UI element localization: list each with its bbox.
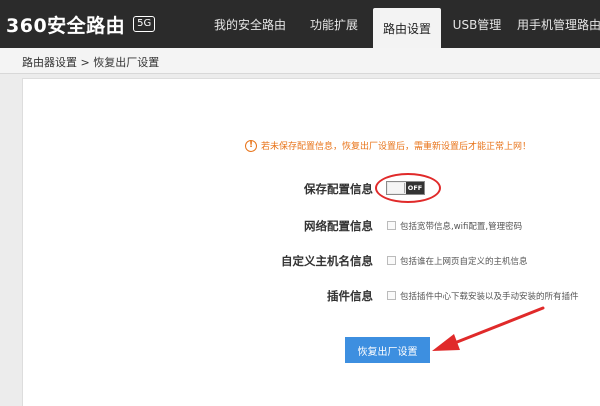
nav-router-settings[interactable]: 路由设置 <box>373 8 441 48</box>
nav-extensions[interactable]: 功能扩展 <box>295 0 373 48</box>
breadcrumb: 路由器设置 > 恢复出厂设置 <box>22 56 160 69</box>
plugins-checkbox[interactable] <box>387 291 396 300</box>
network-config-desc: 包括宽带信息,wifi配置,管理密码 <box>400 222 523 232</box>
hostname-checkbox[interactable] <box>387 256 396 265</box>
top-header: 360安全路由 5G 我的安全路由 功能扩展 路由设置 USB管理 用手机管理路… <box>0 0 600 48</box>
content-panel <box>22 78 600 406</box>
warning-icon: ! <box>245 139 257 152</box>
warning-text: 若未保存配置信息，恢复出厂设置后，需重新设置后才能正常上网！ <box>261 142 532 152</box>
hostname-desc: 包括谁在上网页自定义的主机信息 <box>400 257 528 267</box>
logo-5g-badge: 5G <box>133 16 156 32</box>
factory-reset-button[interactable]: 恢复出厂设置 <box>345 337 430 363</box>
annotation-circle <box>375 173 441 203</box>
network-config-checkbox[interactable] <box>387 221 396 230</box>
nav-mobile-management[interactable]: 用手机管理路由 <box>513 0 600 48</box>
nav-usb-management[interactable]: USB管理 <box>441 0 513 48</box>
save-config-label: 保存配置信息 <box>304 182 373 196</box>
plugins-desc: 包括插件中心下载安装以及手动安装的所有插件 <box>400 292 579 302</box>
hostname-label: 自定义主机名信息 <box>281 254 373 268</box>
plugins-label: 插件信息 <box>327 289 373 303</box>
logo: 360安全路由 5G <box>6 9 156 39</box>
main-nav: 我的安全路由 功能扩展 路由设置 USB管理 用手机管理路由 <box>205 0 600 48</box>
warning-message: ! 若未保存配置信息，恢复出厂设置后，需重新设置后才能正常上网！ <box>245 139 531 152</box>
logo-text: 360安全路由 <box>6 14 126 37</box>
breadcrumb-bar: 路由器设置 > 恢复出厂设置 <box>0 48 600 74</box>
nav-my-router[interactable]: 我的安全路由 <box>205 0 295 48</box>
network-config-label: 网络配置信息 <box>304 219 373 233</box>
